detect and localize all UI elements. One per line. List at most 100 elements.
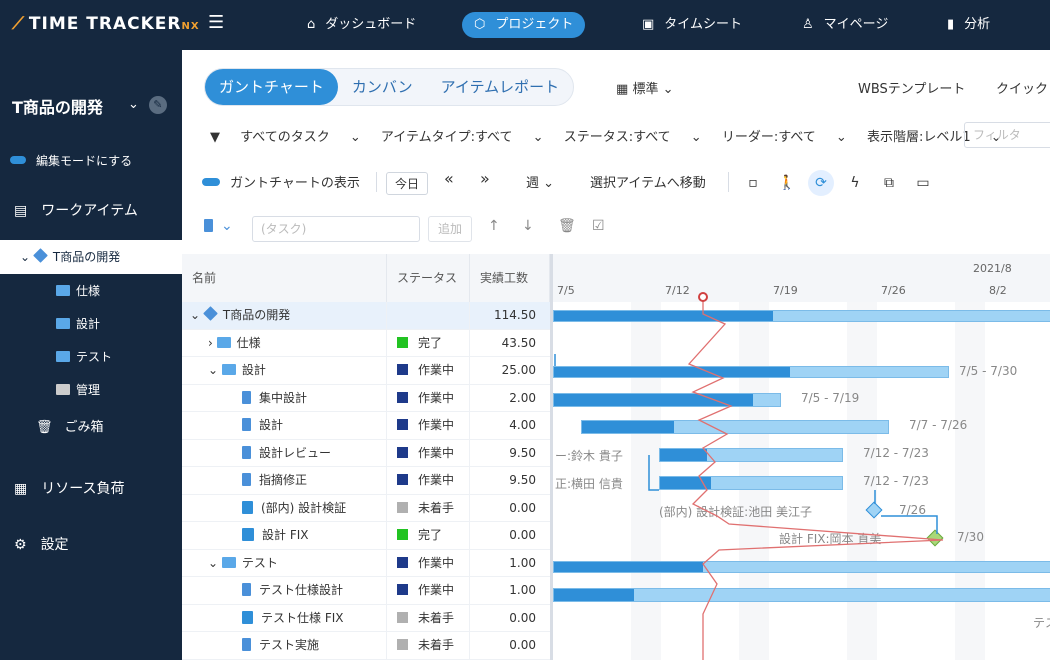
table-row[interactable]: › 仕様 完了 43.50: [182, 329, 550, 357]
expand-icon[interactable]: ›: [208, 336, 217, 350]
trash-icon[interactable]: 🗑: [558, 218, 576, 234]
scale-select[interactable]: 週 ⌄: [526, 172, 554, 191]
row-name-cell[interactable]: 集中設計: [182, 384, 387, 412]
table-row[interactable]: テスト仕様設計 作業中 1.00: [182, 577, 550, 605]
item-type-select[interactable]: ⌄: [204, 218, 233, 234]
tree-item-manage[interactable]: 管理: [56, 381, 100, 398]
view-select[interactable]: ▦ 標準 ⌄: [616, 78, 674, 97]
table-row[interactable]: 集中設計 作業中 2.00: [182, 384, 550, 412]
sidebar-item-trash[interactable]: 🗑 ごみ箱: [36, 416, 104, 435]
filter-tasks[interactable]: ▼ すべてのタスク ⌄: [210, 130, 361, 145]
comment-icon[interactable]: ▭: [910, 170, 936, 196]
lightning-icon[interactable]: ϟ: [842, 170, 868, 196]
row-status-cell[interactable]: 作業中: [387, 357, 470, 384]
nav-analysis[interactable]: ▮ 分析: [935, 12, 1002, 38]
table-row[interactable]: 設計レビュー 作業中 9.50: [182, 439, 550, 467]
pencil-icon[interactable]: ✎: [148, 96, 167, 114]
checkbox-icon[interactable]: ☑: [592, 218, 605, 234]
table-row[interactable]: テスト仕様 FIX 未着手 0.00: [182, 604, 550, 632]
sidebar-item-work-items[interactable]: ▤ ワークアイテム: [14, 200, 138, 220]
wbs-template-button[interactable]: WBSテンプレート: [858, 78, 965, 97]
toggle-icon[interactable]: [202, 178, 220, 186]
row-status-cell[interactable]: 未着手: [387, 604, 470, 632]
prev-button[interactable]: «: [444, 169, 454, 188]
tree-item-project[interactable]: ⌄ T商品の開発: [0, 240, 182, 274]
table-row[interactable]: 設計 作業中 4.00: [182, 412, 550, 440]
chevron-down-icon[interactable]: ⌄: [128, 97, 139, 112]
row-name-cell[interactable]: 指摘修正: [182, 467, 387, 494]
tree-item-spec[interactable]: 仕様: [56, 282, 100, 299]
nav-project[interactable]: ⬡ プロジェクト: [462, 12, 586, 38]
filter-input[interactable]: フィルタ: [964, 122, 1050, 148]
column-header-name[interactable]: 名前: [182, 254, 387, 302]
nav-dashboard[interactable]: ⌂ ダッシュボード: [295, 12, 428, 38]
row-name-cell[interactable]: (部内) 設計検証: [182, 494, 387, 522]
goto-selected-button[interactable]: 選択アイテムへ移動: [590, 172, 706, 191]
row-name-cell[interactable]: ⌄ テスト: [182, 549, 387, 577]
row-status-cell[interactable]: 作業中: [387, 439, 470, 467]
link-icon[interactable]: ⟳: [808, 170, 834, 196]
edit-mode-toggle[interactable]: 編集モードにする: [10, 152, 132, 169]
row-name-cell[interactable]: テスト実施: [182, 632, 387, 659]
expand-icon[interactable]: ⌄: [208, 363, 222, 377]
sidebar-item-resource[interactable]: ▦ リソース負荷: [14, 478, 125, 498]
row-name-cell[interactable]: 設計 FIX: [182, 522, 387, 549]
walk-icon[interactable]: 🚶: [774, 170, 800, 196]
snapshot-icon[interactable]: ▫: [740, 170, 766, 196]
toggle-icon[interactable]: [10, 156, 26, 164]
today-button[interactable]: 今日: [386, 172, 429, 195]
row-status-cell[interactable]: 作業中: [387, 577, 470, 604]
column-header-hours[interactable]: 実績工数: [470, 254, 550, 302]
expand-icon[interactable]: ⌄: [208, 556, 222, 570]
filter-leader[interactable]: リーダー:すべて ⌄: [722, 130, 847, 145]
row-status-cell[interactable]: 完了: [387, 522, 470, 549]
add-button[interactable]: 追加: [428, 216, 472, 242]
tree-item-test[interactable]: テスト: [56, 348, 112, 365]
row-name-cell[interactable]: テスト仕様 FIX: [182, 604, 387, 632]
row-status-cell[interactable]: 完了: [387, 329, 470, 357]
move-down-icon[interactable]: ↓: [522, 218, 534, 234]
copy-icon[interactable]: ⧉: [876, 170, 902, 196]
tab-kanban[interactable]: カンバン: [338, 69, 427, 105]
row-name-cell[interactable]: › 仕様: [182, 329, 387, 357]
table-row[interactable]: テスト実施 未着手 0.00: [182, 632, 550, 660]
chevron-down-icon[interactable]: ⌄: [20, 250, 30, 264]
nav-mypage[interactable]: ♙ マイページ: [790, 12, 900, 38]
tree-item-design[interactable]: 設計: [56, 315, 100, 332]
row-status-cell[interactable]: 未着手: [387, 494, 470, 522]
row-status-cell[interactable]: 作業中: [387, 549, 470, 577]
menu-icon[interactable]: ☰: [208, 12, 224, 33]
table-row[interactable]: ⌄ 設計 作業中 25.00: [182, 357, 550, 385]
gantt-toggle[interactable]: ガントチャートの表示: [202, 172, 360, 191]
project-name[interactable]: T商品の開発: [12, 94, 103, 118]
column-header-status[interactable]: ステータス: [387, 254, 470, 302]
tab-item-report[interactable]: アイテムレポート: [427, 69, 574, 105]
task-input[interactable]: (タスク): [252, 216, 420, 242]
row-name-cell[interactable]: ⌄ 設計: [182, 357, 387, 384]
expand-icon[interactable]: ⌄: [190, 308, 204, 322]
table-row[interactable]: 指摘修正 作業中 9.50: [182, 467, 550, 495]
row-name-cell[interactable]: 設計レビュー: [182, 439, 387, 467]
filter-status[interactable]: ステータス:すべて ⌄: [564, 130, 702, 145]
row-name-cell[interactable]: 設計: [182, 412, 387, 439]
nav-timesheet[interactable]: ▣ タイムシート: [630, 12, 754, 38]
filter-item-type[interactable]: アイテムタイプ:すべて ⌄: [381, 130, 544, 145]
row-name-cell[interactable]: ⌄ T商品の開発: [182, 302, 387, 329]
sidebar-item-settings[interactable]: ⚙ 設定: [14, 534, 69, 554]
row-status-cell[interactable]: [387, 302, 470, 329]
table-row[interactable]: (部内) 設計検証 未着手 0.00: [182, 494, 550, 522]
row-status-cell[interactable]: 作業中: [387, 467, 470, 494]
project-dropdown[interactable]: ⌄ ✎: [128, 96, 167, 114]
row-status-cell[interactable]: 未着手: [387, 632, 470, 659]
row-name-cell[interactable]: テスト仕様設計: [182, 577, 387, 604]
row-status-cell[interactable]: 作業中: [387, 384, 470, 412]
move-up-icon[interactable]: ↑: [488, 218, 500, 234]
quick-button[interactable]: クイック: [996, 78, 1048, 97]
tab-gantt[interactable]: ガントチャート: [205, 69, 338, 105]
row-status-cell[interactable]: 作業中: [387, 412, 470, 439]
table-row[interactable]: ⌄ T商品の開発 114.50: [182, 302, 550, 330]
table-row[interactable]: ⌄ テスト 作業中 1.00: [182, 549, 550, 577]
next-button[interactable]: »: [480, 169, 490, 188]
app-logo[interactable]: ⟋ TIME TRACKERNX: [12, 14, 200, 34]
table-row[interactable]: 設計 FIX 完了 0.00: [182, 522, 550, 550]
